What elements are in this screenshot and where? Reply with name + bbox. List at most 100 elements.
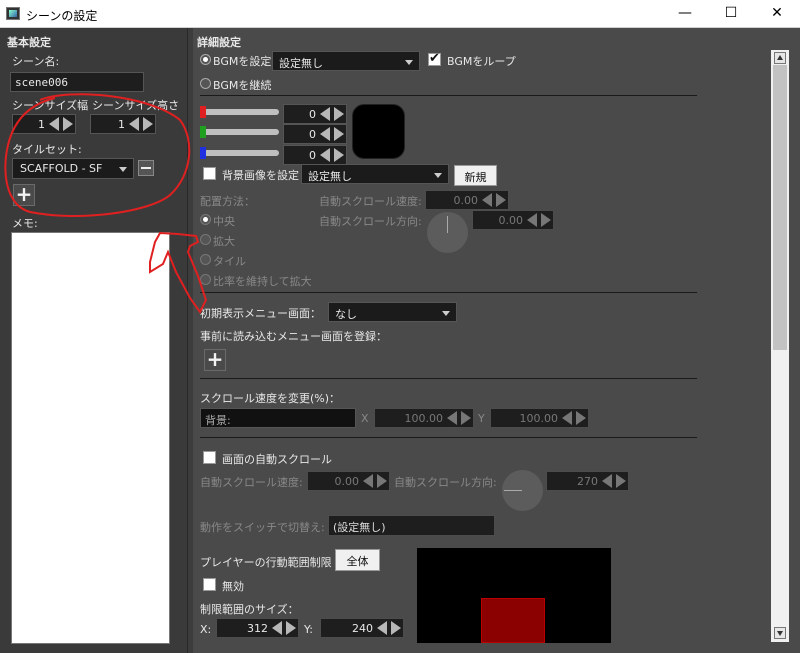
bg-image-checkbox[interactable] <box>203 167 216 180</box>
range-y-stepper[interactable]: 240 <box>320 618 404 638</box>
new-button[interactable]: 新規 <box>454 165 497 186</box>
blue-slider-thumb[interactable] <box>200 147 206 159</box>
decrement-icon[interactable] <box>447 411 457 425</box>
bg-image-select[interactable]: 設定無し <box>301 164 449 184</box>
remove-tileset-button[interactable] <box>138 160 154 176</box>
increment-icon[interactable] <box>63 117 73 131</box>
red-slider[interactable] <box>203 109 279 115</box>
range-size-label: 制限範囲のサイズ： <box>200 603 299 616</box>
app-icon <box>6 7 20 20</box>
switch-field[interactable]: (設定無し) <box>328 515 495 536</box>
blue-slider[interactable] <box>203 150 279 156</box>
screen-scroll-speed-stepper[interactable]: 0.00 <box>307 471 390 491</box>
initial-menu-select-value: なし <box>335 308 357 321</box>
disable-range-checkbox[interactable] <box>203 578 216 591</box>
scrollbar-thumb[interactable] <box>773 65 787 350</box>
decrement-icon[interactable] <box>602 474 612 488</box>
decrement-icon[interactable] <box>49 117 59 131</box>
screen-scroll-speed-label: 自動スクロール速度: <box>200 476 303 489</box>
auto-scroll-direction-value: 0.00 <box>498 214 524 227</box>
minimize-icon[interactable]: — <box>662 0 708 28</box>
green-value: 0 <box>309 128 316 141</box>
add-preload-menu-button[interactable]: + <box>204 349 226 371</box>
increment-icon[interactable] <box>377 474 387 488</box>
tileset-select[interactable]: SCAFFOLD - SF <box>12 158 134 179</box>
bg-scroll-field[interactable]: 背景: <box>200 408 356 428</box>
increment-icon[interactable] <box>391 621 401 635</box>
basic-settings-header: 基本設定 <box>7 36 51 49</box>
auto-scroll-speed-stepper[interactable]: 0.00 <box>425 190 509 210</box>
decrement-icon[interactable] <box>320 148 330 162</box>
scene-width-stepper[interactable]: 1 <box>12 114 76 134</box>
decrement-icon[interactable] <box>482 193 492 207</box>
increment-icon[interactable] <box>334 127 344 141</box>
increment-icon[interactable] <box>334 107 344 121</box>
bgm-continue-label: BGMを継続 <box>213 79 272 92</box>
x-scroll-stepper[interactable]: 100.00 <box>374 408 474 428</box>
green-stepper[interactable]: 0 <box>283 124 347 144</box>
scene-name-input[interactable]: scene006 <box>10 72 144 92</box>
blue-stepper[interactable]: 0 <box>283 145 347 165</box>
tileset-select-value: SCAFFOLD - SF <box>20 162 103 175</box>
vertical-scrollbar[interactable] <box>771 50 789 642</box>
decrement-icon[interactable] <box>129 117 139 131</box>
screen-scroll-direction-stepper[interactable]: 270 <box>546 471 629 491</box>
range-preview[interactable] <box>417 548 611 643</box>
screen-auto-scroll-checkbox[interactable] <box>203 451 216 464</box>
y-scroll-stepper[interactable]: 100.00 <box>490 408 589 428</box>
initial-menu-select[interactable]: なし <box>328 302 457 322</box>
scene-width-value: 1 <box>38 118 45 131</box>
auto-scroll-direction-stepper[interactable]: 0.00 <box>472 210 554 230</box>
scroll-up-icon[interactable] <box>774 52 786 64</box>
placement-radio-tile[interactable] <box>200 254 211 265</box>
increment-icon[interactable] <box>286 621 296 635</box>
maximize-icon[interactable]: ☐ <box>708 0 754 28</box>
placement-label: 配置方法： <box>200 195 255 208</box>
increment-icon[interactable] <box>616 474 626 488</box>
decrement-icon[interactable] <box>562 411 572 425</box>
preload-menu-label: 事前に読み込むメニュー画面を登録： <box>200 330 387 343</box>
red-stepper[interactable]: 0 <box>283 104 347 124</box>
red-value: 0 <box>309 108 316 121</box>
close-icon[interactable]: ✕ <box>754 0 800 28</box>
bgm-select[interactable]: 設定無し <box>272 51 420 71</box>
decrement-icon[interactable] <box>363 474 373 488</box>
increment-icon[interactable] <box>496 193 506 207</box>
increment-icon[interactable] <box>576 411 586 425</box>
chevron-down-icon <box>119 167 127 172</box>
scene-height-stepper[interactable]: 1 <box>90 114 156 134</box>
screen-direction-dial[interactable] <box>502 470 543 511</box>
decrement-icon[interactable] <box>320 127 330 141</box>
placement-radio-keep-ratio[interactable] <box>200 274 211 285</box>
range-x-stepper[interactable]: 312 <box>216 618 299 638</box>
bgm-continue-radio[interactable] <box>200 78 211 89</box>
add-tileset-button[interactable]: + <box>13 184 35 206</box>
decrement-icon[interactable] <box>272 621 282 635</box>
direction-dial[interactable] <box>427 212 468 253</box>
green-slider[interactable] <box>203 129 279 135</box>
decrement-icon[interactable] <box>320 107 330 121</box>
decrement-icon[interactable] <box>527 213 537 227</box>
memo-textarea[interactable] <box>11 232 170 644</box>
chevron-down-icon <box>405 60 413 65</box>
decrement-icon[interactable] <box>377 621 387 635</box>
all-button[interactable]: 全体 <box>335 549 380 571</box>
player-range-label: プレイヤーの行動範囲制限 <box>200 556 332 569</box>
color-swatch[interactable] <box>352 104 405 159</box>
green-slider-thumb[interactable] <box>200 126 206 138</box>
bgm-loop-checkbox[interactable] <box>428 51 441 66</box>
increment-icon[interactable] <box>143 117 153 131</box>
placement-radio-stretch[interactable] <box>200 234 211 245</box>
title-bar: シーンの設定 — ☐ ✕ <box>0 0 800 28</box>
bgm-set-radio[interactable] <box>200 54 211 65</box>
auto-scroll-speed-value: 0.00 <box>453 194 479 207</box>
placement-tile-label: タイル <box>213 255 246 268</box>
placement-radio-center[interactable] <box>200 214 211 225</box>
x-label: X <box>361 412 369 425</box>
increment-icon[interactable] <box>334 148 344 162</box>
increment-icon[interactable] <box>461 411 471 425</box>
divider <box>200 292 697 293</box>
increment-icon[interactable] <box>541 213 551 227</box>
scroll-down-icon[interactable] <box>774 627 786 639</box>
red-slider-thumb[interactable] <box>200 106 206 118</box>
